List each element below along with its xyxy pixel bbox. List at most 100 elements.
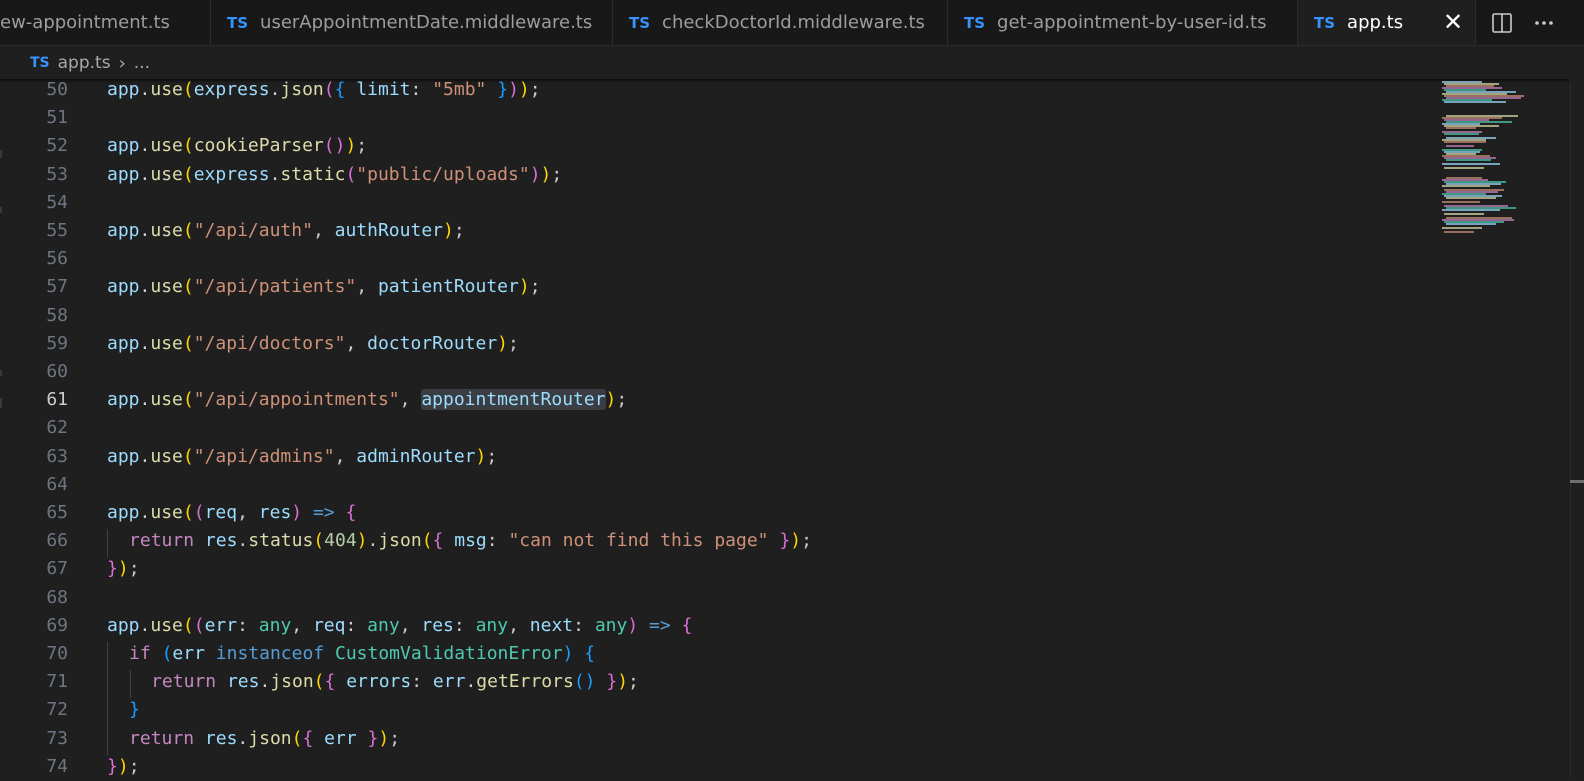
code-token: . — [139, 614, 151, 636]
close-icon[interactable]: ✕ — [1441, 10, 1465, 34]
code-line[interactable]: 69 app.use((err: any, req: any, res: any,… — [0, 612, 1440, 640]
code-token: "can not find this page" — [508, 530, 769, 552]
breadcrumb-file[interactable]: app.ts — [58, 53, 111, 73]
code-text: app.use((req, res) => { — [107, 499, 356, 527]
code-line[interactable]: 65 app.use((req, res) => { — [0, 499, 1440, 527]
line-number: 72 — [46, 699, 68, 721]
tab-label: app.ts — [1347, 12, 1404, 33]
code-line[interactable]: 70 if (err instanceof CustomValidationErr… — [0, 640, 1440, 668]
code-text: app.use((err: any, req: any, res: any, n… — [107, 612, 692, 640]
tab-label: get-appointment-by-user-id.ts — [997, 12, 1267, 33]
line-number: 64 — [46, 473, 68, 495]
tab-new-appointment[interactable]: ew-appointment.ts — [0, 0, 211, 45]
code-token: app — [107, 163, 140, 185]
code-line[interactable]: 61 app.use("/api/appointments", appointme… — [0, 386, 1440, 414]
code-token: next — [529, 614, 574, 636]
code-token: , — [237, 502, 259, 523]
code-token: err — [204, 614, 238, 636]
code-line[interactable]: 71 return res.json({ errors: err.getError… — [0, 668, 1440, 696]
code-token: . — [139, 502, 151, 523]
code-token: use — [150, 135, 183, 157]
code-line[interactable]: 66 return res.status(404).json({ msg: "ca… — [0, 527, 1440, 555]
code-line[interactable]: 73 return res.json({ err }); — [0, 725, 1440, 753]
code-token: ( — [291, 727, 303, 749]
code-line[interactable]: 52 app.use(cookieParser()); — [0, 132, 1440, 160]
tab-user-appointment-date-middleware[interactable]: TS userAppointmentDate.middleware.ts — [211, 0, 613, 45]
code-token: . — [139, 389, 151, 411]
code-token: ) — [378, 727, 390, 749]
code-text: app.use(express.json({ limit: "5mb" })); — [107, 76, 541, 104]
code-token: req — [204, 502, 238, 523]
line-number: 51 — [46, 107, 68, 129]
code-editor[interactable]: 50 app.use(express.json({ limit: "5mb" })… — [0, 79, 1440, 779]
minimap-line — [1442, 163, 1500, 165]
code-token: ) — [117, 558, 129, 580]
tab-get-appointment-by-user-id[interactable]: TS get-appointment-by-user-id.ts — [948, 0, 1298, 45]
line-number: 59 — [46, 332, 68, 354]
code-line[interactable]: 62 — [0, 414, 1440, 442]
ts-file-icon: TS — [1314, 13, 1336, 32]
code-token: "public/uploads" — [356, 163, 530, 185]
more-actions-icon[interactable] — [1532, 11, 1556, 35]
code-line[interactable]: 72} — [0, 696, 1440, 724]
scrollbar-cursor-marker — [1570, 480, 1584, 483]
code-line[interactable]: 64 — [0, 471, 1440, 499]
code-line[interactable]: 59 app.use("/api/doctors", doctorRouter); — [0, 330, 1440, 358]
line-number: 70 — [46, 643, 68, 664]
code-token: json — [378, 530, 422, 552]
code-token: app — [107, 614, 140, 636]
code-line[interactable]: 56 — [0, 245, 1440, 273]
code-token: . — [259, 671, 271, 693]
code-token: "/api/appointments" — [193, 389, 400, 411]
code-line[interactable]: 51 — [0, 104, 1440, 132]
split-editor-icon[interactable] — [1490, 11, 1514, 35]
code-token: return — [129, 727, 195, 749]
code-token: use — [150, 614, 183, 636]
code-token: . — [367, 530, 379, 552]
ts-file-icon: TS — [30, 55, 50, 71]
minimap-line — [1444, 213, 1484, 215]
code-token: ) — [540, 163, 552, 185]
code-line[interactable]: 58 — [0, 302, 1440, 330]
minimap[interactable] — [1440, 79, 1570, 779]
code-token: ; — [616, 389, 628, 411]
code-token: ( — [323, 79, 335, 100]
code-token: ( — [182, 163, 194, 185]
code-token: app — [107, 79, 140, 100]
minimap-line — [1442, 209, 1500, 211]
code-line[interactable]: 50 app.use(express.json({ limit: "5mb" })… — [0, 76, 1440, 104]
breadcrumb-more[interactable]: ... — [134, 53, 150, 73]
code-line[interactable]: 67}); — [0, 555, 1440, 583]
code-token: app — [107, 220, 140, 241]
code-token: ) — [497, 332, 509, 354]
code-line[interactable]: 54 — [0, 189, 1440, 217]
ts-file-icon: TS — [227, 13, 249, 32]
minimap-line — [1446, 145, 1474, 147]
code-token: ) — [117, 755, 129, 777]
code-token: msg — [454, 530, 487, 552]
code-line[interactable]: 60 — [0, 358, 1440, 386]
code-token: ) — [475, 445, 487, 467]
code-token: : — [573, 614, 595, 636]
tab-app-ts[interactable]: TS app.ts ✕ — [1298, 0, 1476, 45]
tab-actions — [1476, 0, 1584, 45]
tab-label: userAppointmentDate.middleware.ts — [260, 12, 593, 33]
minimap-line — [1446, 223, 1496, 225]
code-token: { — [681, 614, 693, 636]
code-line[interactable]: 53 app.use(express.static("public/uploads… — [0, 161, 1440, 189]
vertical-scrollbar[interactable] — [1570, 79, 1584, 779]
code-line[interactable]: 74}); — [0, 753, 1440, 781]
code-line[interactable]: 68 — [0, 584, 1440, 612]
code-token: ( — [182, 614, 194, 636]
code-token: ; — [356, 135, 368, 157]
code-line[interactable]: 55 app.use("/api/auth", authRouter); — [0, 217, 1440, 245]
tab-check-doctor-id-middleware[interactable]: TS checkDoctorId.middleware.ts — [613, 0, 948, 45]
code-text: if (err instanceof CustomValidationError… — [129, 640, 595, 668]
code-token: json — [248, 727, 292, 749]
code-token: ( — [182, 332, 194, 354]
code-line[interactable]: 57 app.use("/api/patients", patientRouter… — [0, 273, 1440, 301]
code-token: "5mb" — [432, 79, 487, 100]
code-line[interactable]: 63 app.use("/api/admins", adminRouter); — [0, 443, 1440, 471]
